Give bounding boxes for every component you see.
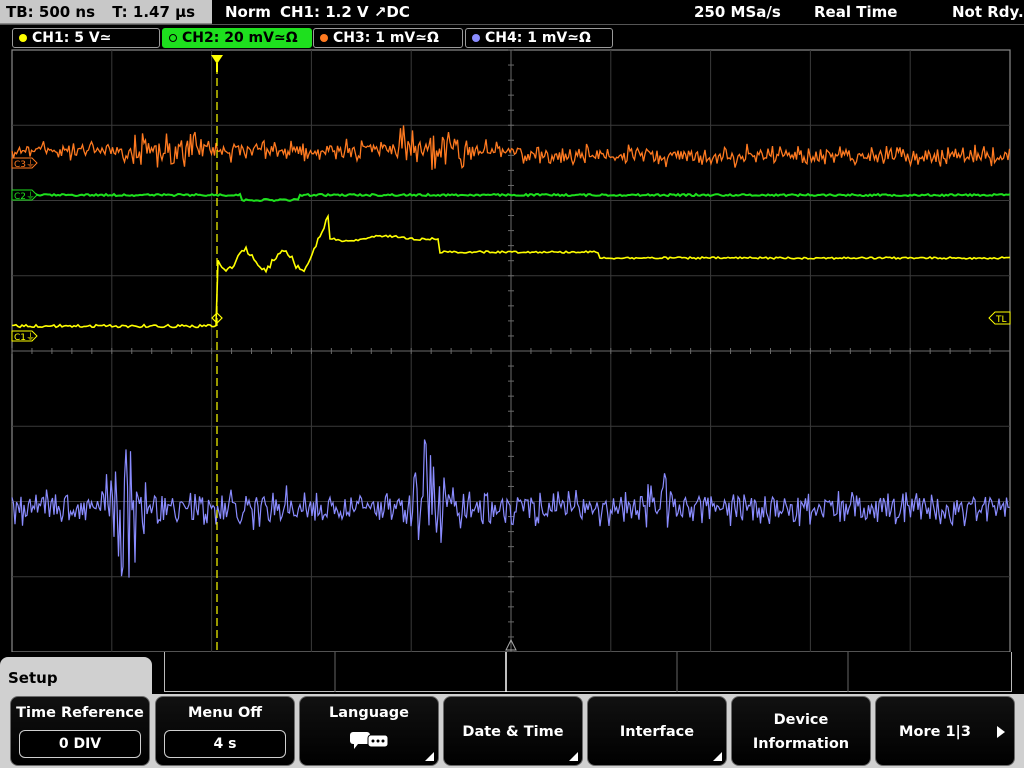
more-label: More 1|3 [899, 724, 971, 740]
trigger-level-marker[interactable]: TL [988, 311, 1011, 325]
zoom-overview-strip [164, 652, 1012, 692]
timebase-value: TB: 500 ns [6, 3, 96, 21]
interface-label: Interface [619, 724, 695, 740]
time-reference-button[interactable]: Time Reference 0 DIV [10, 696, 150, 766]
interface-button[interactable]: Interface [587, 696, 727, 766]
c1-marker-label: C1⏚ [14, 332, 35, 343]
channel-tab-ch1[interactable]: CH1: 5 V≃ [12, 28, 160, 48]
ch3-dot-icon [320, 34, 328, 42]
ch1-label: CH1: 5 V≃ [32, 30, 112, 46]
c3-marker-label: C3⏚ [14, 159, 35, 170]
ch3-label: CH3: 1 mV≃Ω [333, 30, 439, 46]
trigger-time-value: T: 1.47 µs [112, 3, 196, 21]
sample-rate: 250 MSa/s [694, 3, 781, 21]
graticule [11, 49, 1011, 652]
device-information-button[interactable]: Device Information [731, 696, 871, 766]
speech-bubbles-icon [350, 732, 389, 749]
date-time-label: Date & Time [462, 724, 564, 740]
device-information-label-2: Information [752, 736, 850, 752]
waveform-display[interactable]: C3⏚ C2⏚ C1⏚ TL [0, 48, 1024, 652]
submenu-corner-icon [569, 752, 578, 761]
trigger-source[interactable]: CH1: 1.2 V ↗DC [280, 0, 410, 24]
ch2-dot-icon [169, 34, 177, 42]
status-divider [0, 24, 1024, 25]
submenu-corner-icon [713, 752, 722, 761]
menu-title: Setup [8, 669, 58, 687]
menu-off-label: Menu Off [187, 705, 263, 721]
ch1-dot-icon [19, 34, 27, 42]
status-bar: TB: 500 ns T: 1.47 µs Norm CH1: 1.2 V ↗D… [0, 0, 1024, 26]
c2-marker-label: C2⏚ [14, 191, 35, 202]
c1-ground-marker[interactable]: C1⏚ [11, 330, 38, 343]
time-reference-label: Time Reference [16, 705, 144, 721]
timebase-box[interactable]: TB: 500 ns T: 1.47 µs [0, 0, 212, 24]
menu-off-value: 4 s [164, 730, 286, 758]
submenu-corner-icon [425, 752, 434, 761]
channel-tab-ch4[interactable]: CH4: 1 mV≃Ω [465, 28, 613, 48]
ch4-dot-icon [472, 34, 480, 42]
acquisition-state: Not Rdy. [952, 3, 1024, 21]
date-time-button[interactable]: Date & Time [443, 696, 583, 766]
channel-tab-ch2[interactable]: CH2: 20 mV≃Ω [162, 28, 312, 48]
trigger-level-label: TL [995, 315, 1007, 325]
trigger-mode[interactable]: Norm [225, 0, 271, 24]
more-button[interactable]: More 1|3 [875, 696, 1015, 766]
menu-off-button[interactable]: Menu Off 4 s [155, 696, 295, 766]
acquisition-mode[interactable]: Real Time [814, 0, 897, 24]
c3-ground-marker[interactable]: C3⏚ [11, 157, 38, 170]
c2-ground-marker[interactable]: C2⏚ [11, 189, 38, 202]
device-information-label: Device [773, 712, 829, 728]
trigger-position-marker-icon[interactable] [211, 55, 223, 64]
language-label: Language [328, 705, 410, 721]
ch4-label: CH4: 1 mV≃Ω [485, 30, 591, 46]
language-button[interactable]: Language [299, 696, 439, 766]
arrow-right-icon [997, 726, 1005, 738]
channel-tab-ch3[interactable]: CH3: 1 mV≃Ω [313, 28, 463, 48]
time-reference-value: 0 DIV [19, 730, 141, 758]
ch2-label: CH2: 20 mV≃Ω [182, 30, 298, 46]
